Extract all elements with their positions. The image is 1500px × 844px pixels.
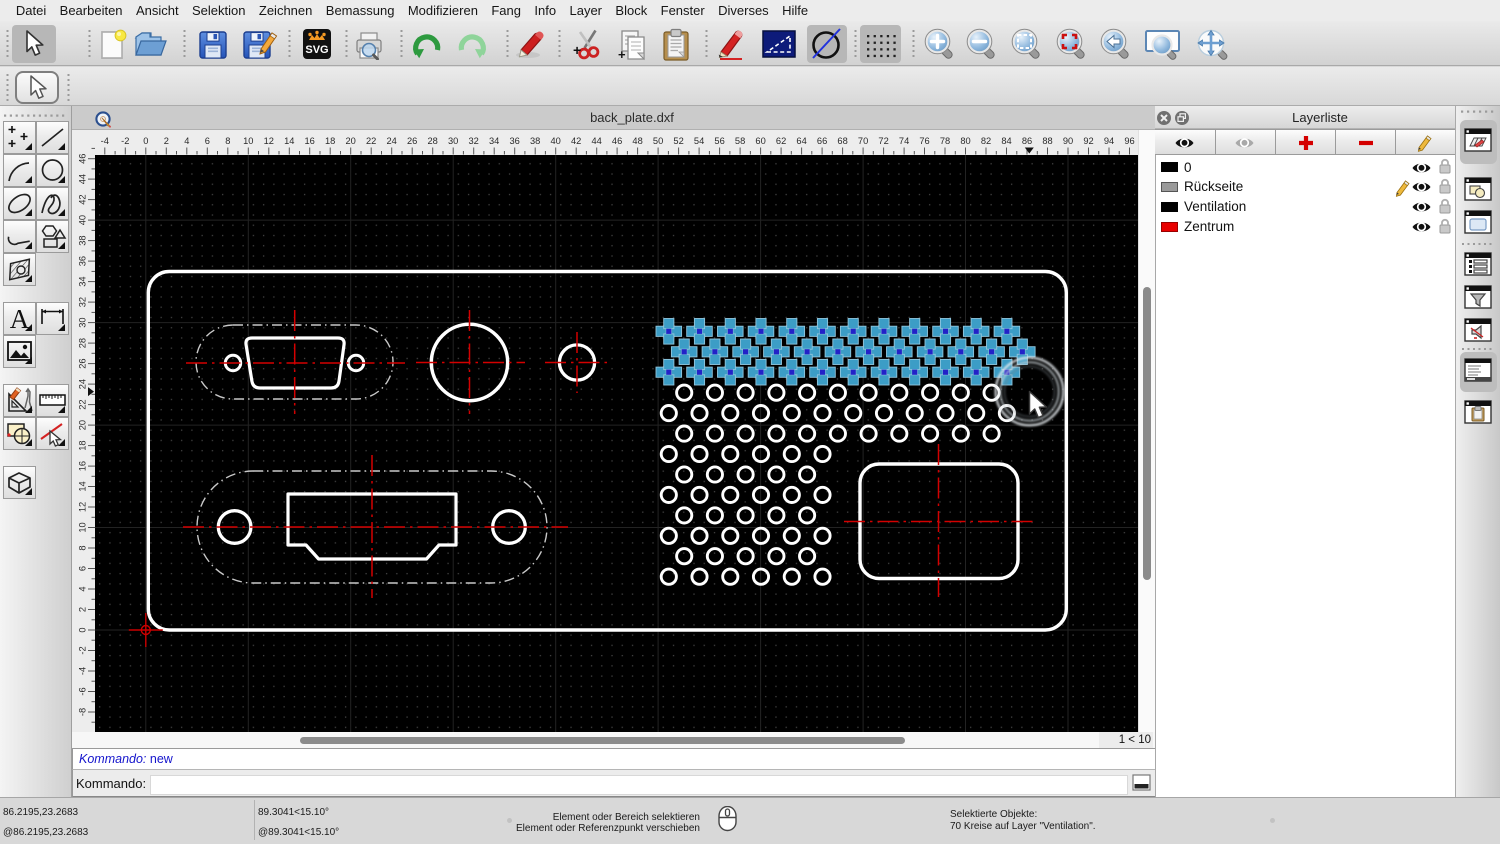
svg-text:54: 54 — [694, 136, 704, 146]
svg-text:32: 32 — [78, 297, 88, 307]
svg-text:2: 2 — [164, 136, 169, 146]
svg-text:-2: -2 — [78, 646, 88, 654]
svg-text:46: 46 — [78, 154, 88, 164]
svg-text:0: 0 — [143, 136, 148, 146]
svg-text:64: 64 — [796, 136, 806, 146]
svg-text:88: 88 — [1042, 136, 1052, 146]
svg-text:90: 90 — [1063, 136, 1073, 146]
svg-text:24: 24 — [78, 379, 88, 389]
svg-text:68: 68 — [837, 136, 847, 146]
svg-text:94: 94 — [1104, 136, 1114, 146]
svg-text:58: 58 — [735, 136, 745, 146]
svg-text:30: 30 — [78, 317, 88, 327]
svg-text:86: 86 — [1022, 136, 1032, 146]
svg-text:-6: -6 — [78, 687, 88, 695]
svg-text:4: 4 — [184, 136, 189, 146]
svg-text:A: A — [10, 304, 30, 333]
svg-text:8: 8 — [78, 545, 88, 550]
svg-text:26: 26 — [407, 136, 417, 146]
svg-text:92: 92 — [1083, 136, 1093, 146]
svg-text:36: 36 — [78, 256, 88, 266]
svg-text:56: 56 — [714, 136, 724, 146]
svg-text:84: 84 — [1001, 136, 1011, 146]
svg-text:70: 70 — [858, 136, 868, 146]
svg-text:-8: -8 — [78, 708, 88, 716]
svg-text:30: 30 — [448, 136, 458, 146]
svg-text:16: 16 — [78, 461, 88, 471]
svg-text:-4: -4 — [101, 136, 109, 146]
svg-text:44: 44 — [78, 174, 88, 184]
svg-text:12: 12 — [78, 502, 88, 512]
svg-text:14: 14 — [78, 481, 88, 491]
svg-text:14: 14 — [284, 136, 294, 146]
svg-text:10: 10 — [78, 522, 88, 532]
svg-text:+: + — [573, 42, 581, 58]
svg-text:6: 6 — [205, 136, 210, 146]
svg-text:24: 24 — [387, 136, 397, 146]
svg-text:12: 12 — [264, 136, 274, 146]
svg-text:28: 28 — [428, 136, 438, 146]
svg-text:22: 22 — [78, 399, 88, 409]
svg-text:42: 42 — [571, 136, 581, 146]
svg-text:4: 4 — [78, 586, 88, 591]
svg-text:66: 66 — [817, 136, 827, 146]
svg-text:62: 62 — [776, 136, 786, 146]
svg-text:42: 42 — [78, 194, 88, 204]
svg-text:28: 28 — [78, 338, 88, 348]
svg-text:26: 26 — [78, 358, 88, 368]
svg-text:2: 2 — [78, 607, 88, 612]
svg-text:38: 38 — [530, 136, 540, 146]
svg-text:32: 32 — [469, 136, 479, 146]
svg-text:0: 0 — [78, 627, 88, 632]
svg-text:80: 80 — [960, 136, 970, 146]
svg-text:48: 48 — [632, 136, 642, 146]
svg-text:72: 72 — [878, 136, 888, 146]
svg-text:46: 46 — [612, 136, 622, 146]
svg-text:18: 18 — [325, 136, 335, 146]
svg-text:6: 6 — [78, 566, 88, 571]
svg-text:-2: -2 — [121, 136, 129, 146]
svg-text:38: 38 — [78, 235, 88, 245]
svg-text:SVG: SVG — [305, 44, 328, 56]
svg-text:20: 20 — [346, 136, 356, 146]
svg-text:40: 40 — [78, 215, 88, 225]
svg-text:82: 82 — [981, 136, 991, 146]
svg-text:-4: -4 — [78, 667, 88, 675]
svg-text:60: 60 — [755, 136, 765, 146]
svg-text:44: 44 — [592, 136, 602, 146]
svg-text:40: 40 — [551, 136, 561, 146]
svg-text:8: 8 — [225, 136, 230, 146]
svg-text:16: 16 — [305, 136, 315, 146]
svg-text:+: + — [618, 47, 626, 62]
svg-text:10: 10 — [243, 136, 253, 146]
svg-text:18: 18 — [78, 440, 88, 450]
svg-text:74: 74 — [899, 136, 909, 146]
svg-text:96: 96 — [1124, 136, 1134, 146]
svg-text:50: 50 — [653, 136, 663, 146]
svg-text:76: 76 — [919, 136, 929, 146]
svg-text:22: 22 — [366, 136, 376, 146]
svg-text:34: 34 — [78, 276, 88, 286]
svg-text:78: 78 — [940, 136, 950, 146]
svg-text:52: 52 — [673, 136, 683, 146]
svg-text:20: 20 — [78, 420, 88, 430]
svg-text:34: 34 — [489, 136, 499, 146]
svg-text:36: 36 — [510, 136, 520, 146]
